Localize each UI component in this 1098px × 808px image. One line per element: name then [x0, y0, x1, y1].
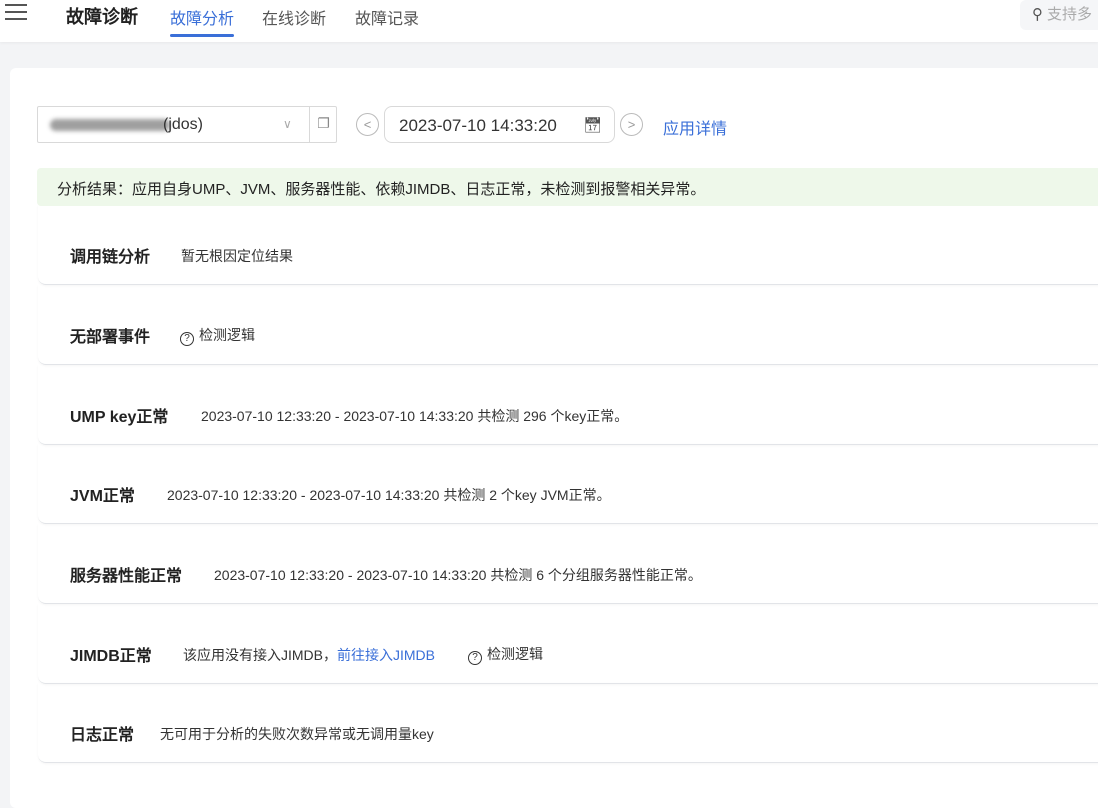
tab-fault-records[interactable]: 故障记录	[355, 5, 419, 29]
app-details-link[interactable]: 应用详情	[663, 115, 727, 139]
search-input[interactable]: ⚲ 支持多	[1020, 0, 1098, 30]
app-title: 故障诊断	[66, 7, 138, 27]
copy-icon[interactable]: ❐	[309, 107, 337, 142]
row-logs: 日志正常 无可用于分析的失败次数异常或无调用量key	[38, 683, 1098, 763]
row-title: JVM正常	[70, 488, 135, 505]
tab-fault-analysis[interactable]: 故障分析	[170, 5, 235, 37]
connect-jimdb-link[interactable]: 前往接入JIMDB	[337, 647, 435, 663]
next-time-button[interactable]: >	[620, 113, 643, 136]
detection-logic-button[interactable]: ? 检测逻辑	[180, 325, 255, 346]
row-title: 日志正常	[70, 727, 135, 744]
detection-logic-button[interactable]: ? 检测逻辑	[468, 644, 543, 665]
question-icon: ?	[468, 651, 482, 665]
analysis-result-banner: 分析结果：应用自身UMP、JVM、服务器性能、依赖JIMDB、日志正常，未检测到…	[37, 168, 1098, 206]
row-desc: 无可用于分析的失败次数异常或无调用量key	[160, 726, 434, 742]
question-icon: ?	[180, 332, 194, 346]
row-jimdb: JIMDB正常 该应用没有接入JIMDB，前往接入JIMDB ? 检测逻辑	[38, 604, 1098, 684]
datetime-picker[interactable]: 2023-07-10 14:33:20 📅︎	[384, 106, 615, 143]
detection-logic-label: 检测逻辑	[487, 646, 543, 662]
datetime-value: 2023-07-10 14:33:20	[399, 116, 557, 135]
search-icon: ⚲	[1032, 6, 1043, 23]
row-title: JIMDB正常	[70, 648, 152, 665]
row-ump-key: UMP key正常 2023-07-10 12:33:20 - 2023-07-…	[38, 365, 1098, 445]
redacted-app-name	[50, 119, 170, 131]
row-server-performance: 服务器性能正常 2023-07-10 12:33:20 - 2023-07-10…	[38, 524, 1098, 604]
row-title: 服务器性能正常	[70, 568, 183, 585]
row-desc: 2023-07-10 12:33:20 - 2023-07-10 14:33:2…	[214, 567, 702, 583]
top-nav: 故障诊断 故障分析 在线诊断 故障记录 ⚲ 支持多	[0, 0, 1098, 42]
row-trace-analysis: 调用链分析 暂无根因定位结果	[38, 205, 1098, 285]
detection-logic-label: 检测逻辑	[199, 327, 255, 343]
prev-time-button[interactable]: <	[356, 113, 379, 136]
tab-online-diagnosis[interactable]: 在线诊断	[262, 5, 326, 29]
row-deploy-events: 无部署事件 ? 检测逻辑	[38, 285, 1098, 365]
hamburger-menu-icon[interactable]	[5, 4, 27, 20]
row-desc: 2023-07-10 12:33:20 - 2023-07-10 14:33:2…	[167, 487, 611, 503]
row-title: 调用链分析	[70, 249, 151, 266]
row-desc: 暂无根因定位结果	[181, 248, 293, 264]
row-title: 无部署事件	[70, 329, 151, 346]
chevron-down-icon: ∨	[283, 117, 292, 131]
app-select-value: (jdos)	[163, 116, 204, 133]
row-title: UMP key正常	[70, 409, 169, 426]
calendar-icon: 📅︎	[582, 117, 602, 134]
row-desc: 2023-07-10 12:33:20 - 2023-07-10 14:33:2…	[201, 408, 629, 424]
row-desc: 该应用没有接入JIMDB，	[183, 647, 337, 663]
app-select[interactable]: (jdos) ∨ ❐	[37, 106, 337, 143]
row-jvm: JVM正常 2023-07-10 12:33:20 - 2023-07-10 1…	[38, 444, 1098, 524]
